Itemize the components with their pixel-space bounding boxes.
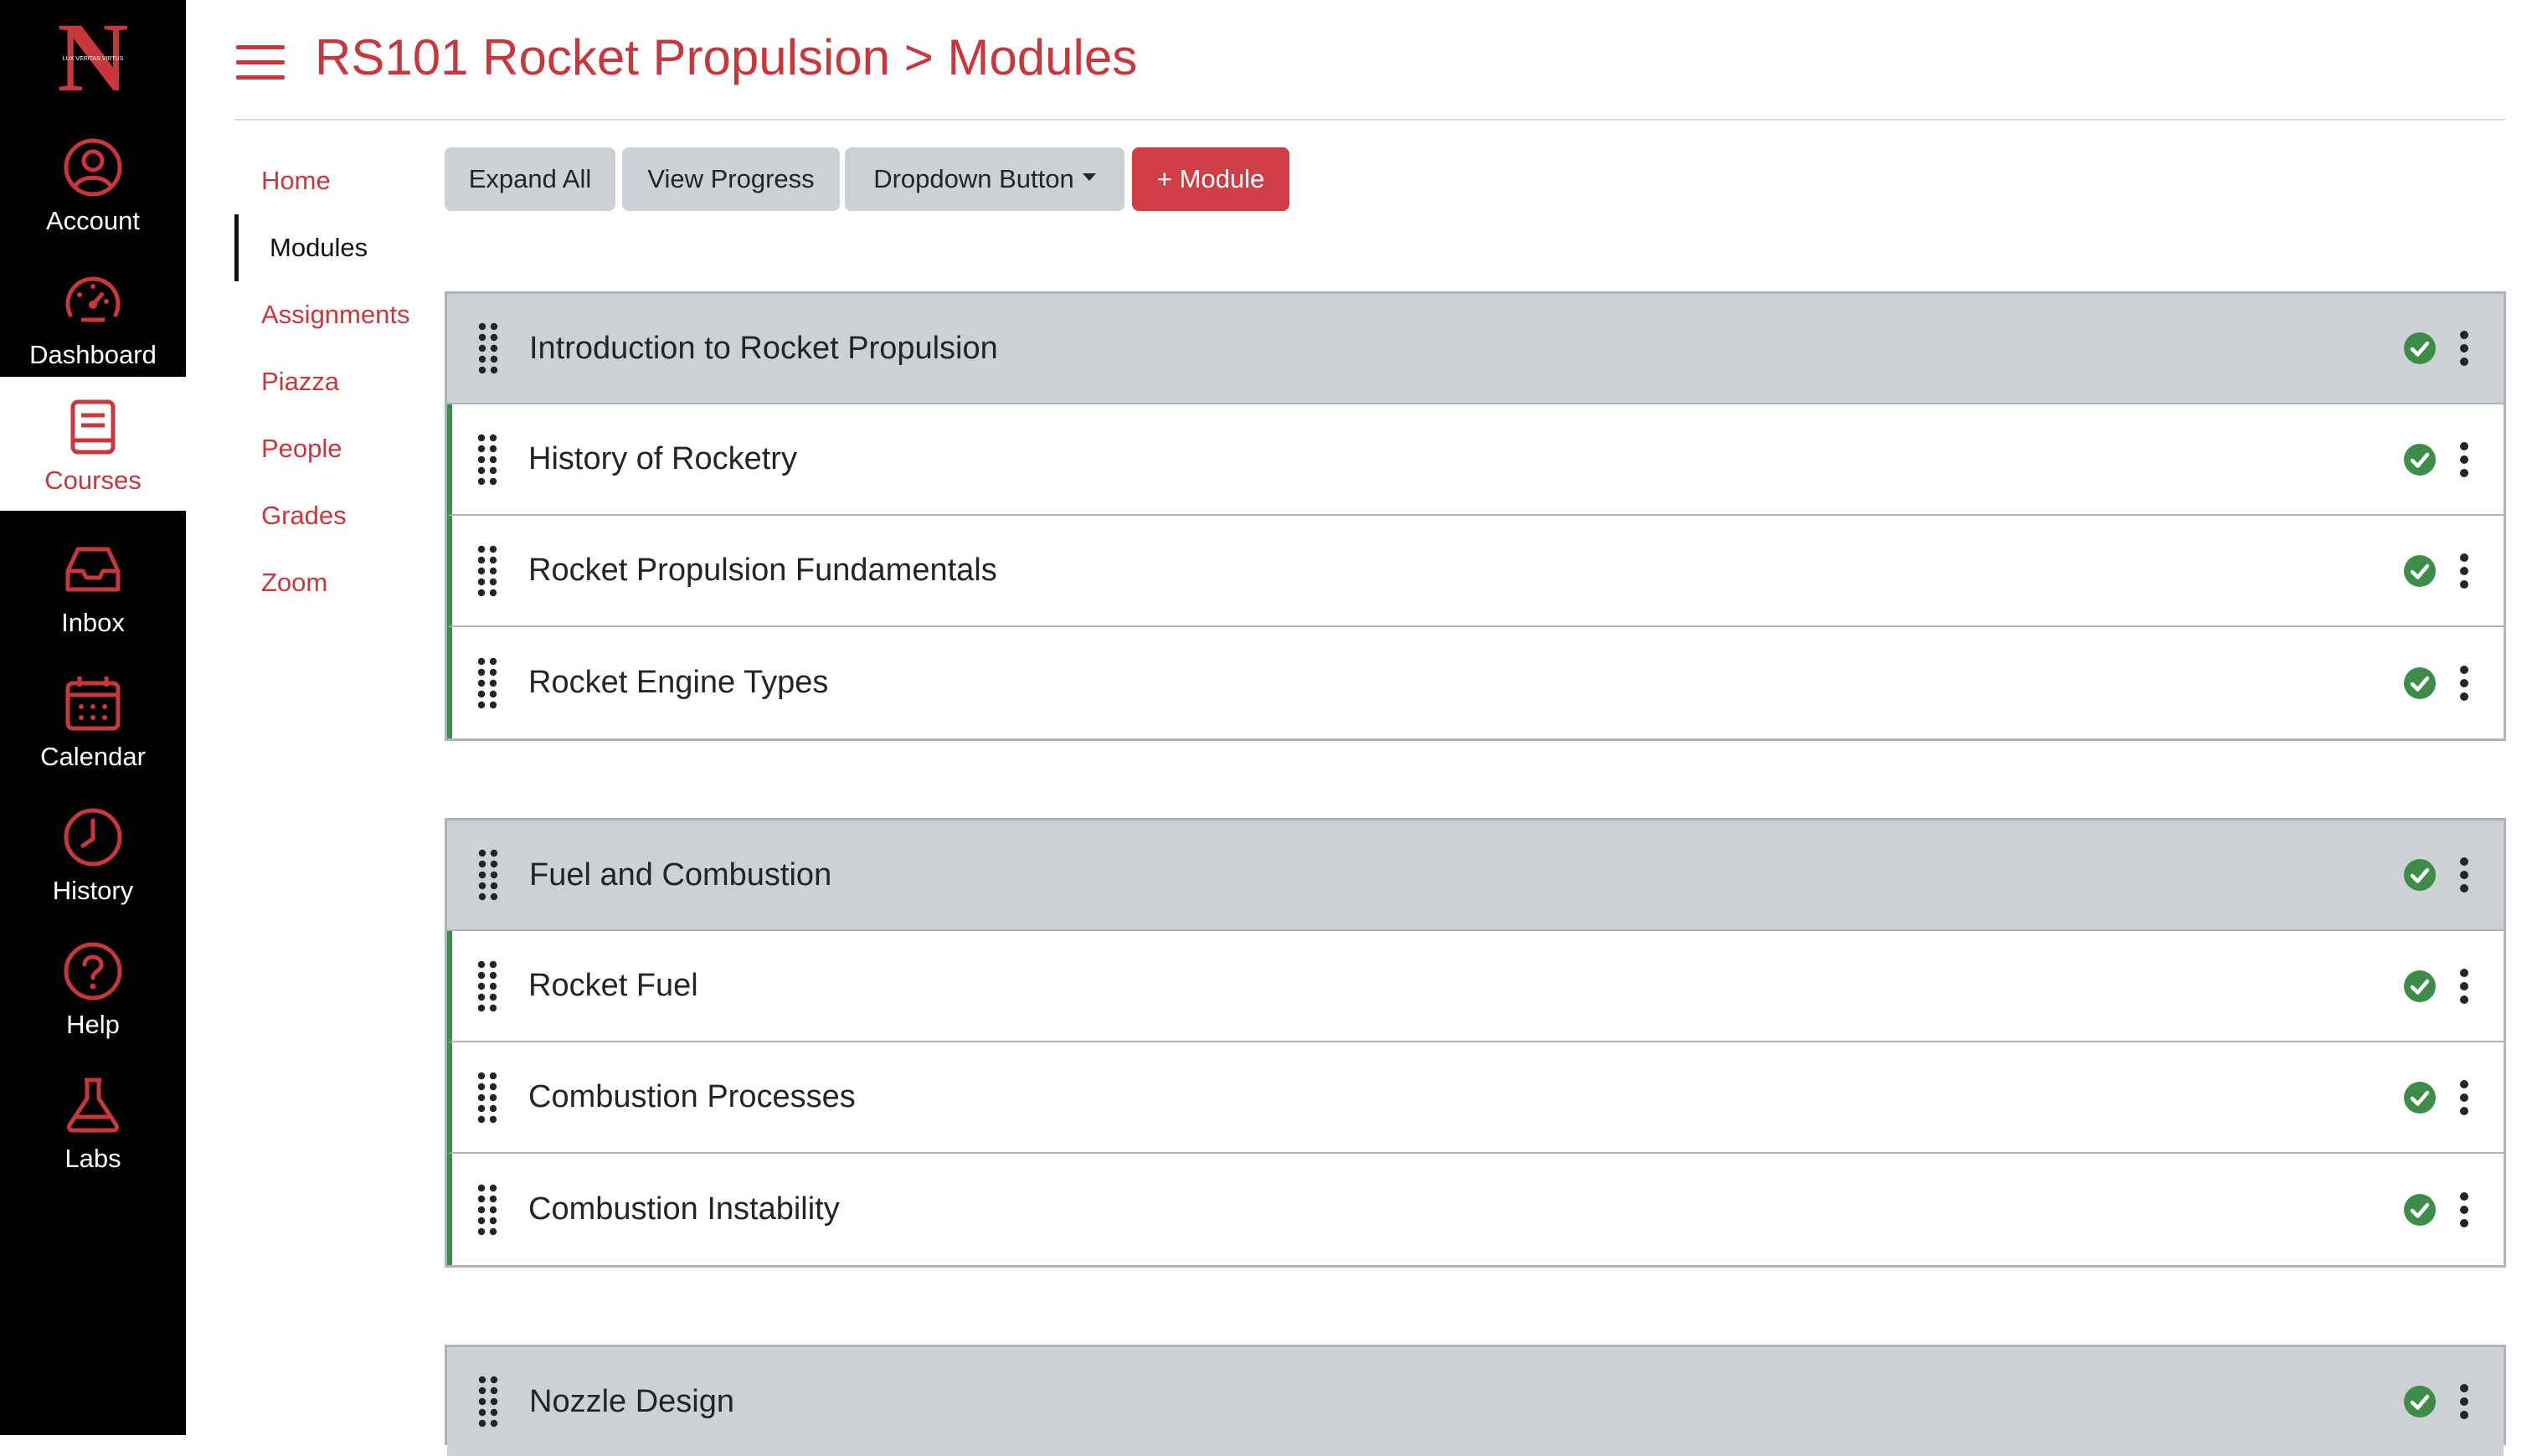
header-divider [234, 119, 2505, 121]
course-nav-assignments[interactable]: Assignments [234, 281, 435, 348]
course-nav-grades[interactable]: Grades [234, 482, 435, 549]
global-nav-label: Account [45, 206, 140, 235]
kebab-menu-icon[interactable] [2458, 1079, 2470, 1116]
global-nav-history[interactable]: History [0, 787, 186, 921]
drag-handle-icon[interactable] [476, 656, 498, 710]
hamburger-menu-button[interactable] [236, 44, 285, 82]
module-header[interactable]: Fuel and Combustion [447, 821, 2504, 931]
course-nav-zoom[interactable]: Zoom [234, 549, 435, 616]
account-circle-icon [61, 136, 125, 199]
global-nav: N LUX VERITAS VIRTUS Account Dashboard C… [0, 0, 186, 1435]
global-nav-calendar[interactable]: Calendar [0, 653, 186, 787]
module-title: Nozzle Design [529, 1383, 734, 1419]
dropdown-button-label: Dropdown Button [873, 164, 1074, 193]
drag-handle-icon[interactable] [477, 848, 499, 902]
course-nav-modules[interactable]: Modules [234, 214, 435, 281]
module-title: Fuel and Combustion [529, 857, 832, 893]
svg-text:LUX VERITAS VIRTUS: LUX VERITAS VIRTUS [63, 56, 124, 62]
module-header[interactable]: Nozzle Design [447, 1347, 2504, 1456]
expand-all-button[interactable]: Expand All [445, 147, 615, 211]
complete-check-icon [2403, 1385, 2437, 1418]
book-icon [61, 395, 125, 459]
clock-icon [61, 805, 125, 869]
complete-check-icon [2403, 332, 2437, 365]
global-nav-label: History [52, 876, 134, 905]
complete-check-icon [2403, 858, 2437, 892]
module-item[interactable]: Combustion Processes [447, 1042, 2504, 1154]
module-header[interactable]: Introduction to Rocket Propulsion [447, 294, 2504, 404]
dropdown-button[interactable]: Dropdown Button [845, 147, 1124, 211]
calendar-icon [61, 671, 125, 735]
drag-handle-icon[interactable] [477, 322, 499, 375]
drag-handle-icon[interactable] [476, 544, 498, 598]
add-module-button[interactable]: + Module [1132, 147, 1289, 211]
module-container: Introduction to Rocket Propulsion Histor… [445, 291, 2506, 741]
page-title: RS101 Rocket Propulsion > Modules [315, 29, 1138, 85]
kebab-menu-icon[interactable] [2458, 857, 2470, 893]
kebab-menu-icon[interactable] [2458, 330, 2470, 367]
global-nav-courses[interactable]: Courses [0, 377, 186, 511]
module-container: Nozzle Design [445, 1345, 2506, 1456]
global-nav-label: Inbox [61, 608, 125, 637]
drag-handle-icon[interactable] [476, 1183, 498, 1237]
logo-icon: N LUX VERITAS VIRTUS [57, 10, 128, 102]
speedometer-icon [61, 270, 125, 333]
module-title: Introduction to Rocket Propulsion [529, 330, 998, 366]
global-nav-dashboard[interactable]: Dashboard [0, 251, 186, 385]
module-item-title[interactable]: Rocket Fuel [528, 968, 698, 1004]
course-nav-home[interactable]: Home [234, 147, 435, 214]
module-item-title[interactable]: Rocket Propulsion Fundamentals [528, 553, 997, 589]
global-nav-inbox[interactable]: Inbox [0, 519, 186, 653]
module-item-title[interactable]: History of Rocketry [528, 441, 797, 477]
kebab-menu-icon[interactable] [2458, 1191, 2470, 1228]
inbox-tray-icon [61, 538, 125, 601]
complete-check-icon [2403, 554, 2437, 588]
drag-handle-icon[interactable] [476, 433, 498, 486]
global-nav-label: Courses [44, 466, 142, 495]
complete-check-icon [2403, 970, 2437, 1003]
global-nav-label: Calendar [40, 742, 146, 771]
module-item[interactable]: Combustion Instability [447, 1154, 2504, 1265]
module-item-title[interactable]: Combustion Instability [528, 1191, 840, 1227]
global-nav-account[interactable]: Account [0, 117, 186, 251]
complete-check-icon [2403, 443, 2437, 476]
module-container: Fuel and Combustion Rocket Fuel Combusti… [445, 818, 2506, 1268]
module-item[interactable]: Rocket Engine Types [447, 627, 2504, 738]
global-nav-help[interactable]: Help [0, 921, 186, 1055]
view-progress-button[interactable]: View Progress [622, 147, 840, 211]
module-item[interactable]: History of Rocketry [447, 404, 2504, 516]
flask-icon [61, 1073, 125, 1137]
module-item[interactable]: Rocket Fuel [447, 931, 2504, 1042]
course-nav-piazza[interactable]: Piazza [234, 348, 435, 415]
complete-check-icon [2403, 1193, 2437, 1227]
global-nav-label: Help [66, 1010, 120, 1039]
module-item-title[interactable]: Rocket Engine Types [528, 665, 828, 701]
caret-down-icon [1082, 172, 1096, 181]
kebab-menu-icon[interactable] [2458, 441, 2470, 478]
course-nav-people[interactable]: People [234, 415, 435, 482]
drag-handle-icon[interactable] [477, 1375, 499, 1428]
complete-check-icon [2403, 1081, 2437, 1114]
module-item[interactable]: Rocket Propulsion Fundamentals [447, 516, 2504, 627]
kebab-menu-icon[interactable] [2458, 553, 2470, 589]
kebab-menu-icon[interactable] [2458, 665, 2470, 702]
kebab-menu-icon[interactable] [2458, 1383, 2470, 1420]
complete-check-icon [2403, 666, 2437, 700]
global-nav-labs[interactable]: Labs [0, 1055, 186, 1189]
question-circle-icon [61, 939, 125, 1003]
module-item-title[interactable]: Combustion Processes [528, 1079, 856, 1115]
drag-handle-icon[interactable] [476, 960, 498, 1013]
university-logo[interactable]: N LUX VERITAS VIRTUS [42, 10, 144, 102]
global-nav-label: Labs [64, 1144, 121, 1173]
global-nav-label: Dashboard [29, 340, 157, 369]
kebab-menu-icon[interactable] [2458, 968, 2470, 1005]
drag-handle-icon[interactable] [476, 1071, 498, 1124]
